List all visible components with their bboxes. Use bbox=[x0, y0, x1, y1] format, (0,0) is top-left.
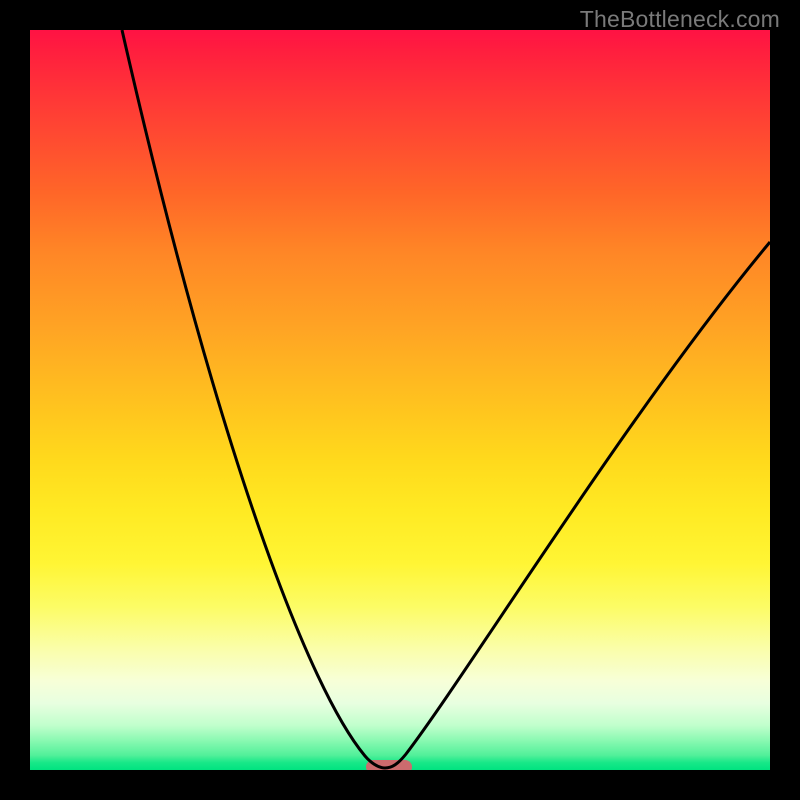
chart-frame bbox=[30, 30, 770, 770]
optimum-marker bbox=[366, 760, 412, 770]
chart-background-gradient bbox=[30, 30, 770, 770]
watermark-text: TheBottleneck.com bbox=[580, 6, 780, 33]
